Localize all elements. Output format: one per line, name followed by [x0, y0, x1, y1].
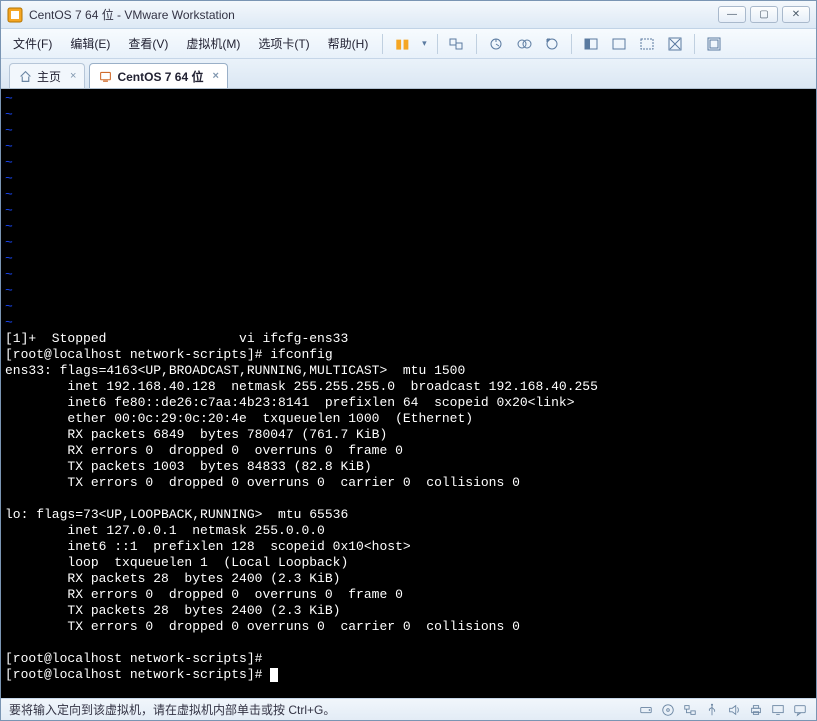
home-icon [18, 69, 32, 83]
tab-home-label: 主页 [37, 68, 61, 85]
send-ctrl-alt-del-icon[interactable] [444, 32, 470, 56]
tab-vm-label: CentOS 7 64 位 [117, 68, 203, 85]
vim-tilde-lines: ~ ~ ~ ~ ~ ~ ~ ~ ~ ~ ~ ~ ~ ~ ~ [5, 91, 13, 330]
power-dropdown-icon[interactable]: ▾ [417, 32, 431, 56]
terminal-output: [1]+ Stopped vi ifcfg-ens33 [root@localh… [5, 331, 598, 682]
usb-icon[interactable] [704, 702, 720, 718]
snapshot-manager-icon[interactable] [511, 32, 537, 56]
close-icon[interactable]: × [70, 70, 76, 82]
separator [382, 34, 383, 54]
menu-vm[interactable]: 虚拟机(M) [178, 31, 248, 56]
statusbar: 要将输入定向到该虚拟机，请在虚拟机内部单击或按 Ctrl+G。 [1, 698, 816, 720]
unity-icon[interactable] [606, 32, 632, 56]
menu-tabs[interactable]: 选项卡(T) [250, 31, 317, 56]
revert-snapshot-icon[interactable] [539, 32, 565, 56]
menu-file[interactable]: 文件(F) [5, 31, 60, 56]
library-icon[interactable] [701, 32, 727, 56]
network-icon[interactable] [682, 702, 698, 718]
menu-help[interactable]: 帮助(H) [320, 31, 377, 56]
minimize-button[interactable]: — [718, 6, 746, 23]
close-button[interactable]: ✕ [782, 6, 810, 23]
status-hint: 要将输入定向到该虚拟机，请在虚拟机内部单击或按 Ctrl+G。 [9, 701, 335, 718]
window-controls: — ▢ ✕ [718, 6, 810, 23]
pause-button[interactable]: ▮▮ [389, 32, 415, 56]
tab-home[interactable]: 主页 × [9, 63, 85, 88]
separator [476, 34, 477, 54]
sound-icon[interactable] [726, 702, 742, 718]
separator [571, 34, 572, 54]
maximize-button[interactable]: ▢ [750, 6, 778, 23]
snapshot-icon[interactable] [483, 32, 509, 56]
window-title: CentOS 7 64 位 - VMware Workstation [29, 6, 718, 23]
cd-icon[interactable] [660, 702, 676, 718]
stretch-icon[interactable] [662, 32, 688, 56]
tabbar: 主页 × CentOS 7 64 位 × [1, 59, 816, 89]
vm-icon [98, 69, 112, 83]
close-icon[interactable]: × [212, 70, 218, 82]
terminal-viewport[interactable]: ~ ~ ~ ~ ~ ~ ~ ~ ~ ~ ~ ~ ~ ~ ~ [1]+ Stopp… [1, 89, 816, 698]
fullscreen-icon[interactable] [578, 32, 604, 56]
menu-edit[interactable]: 编辑(E) [62, 31, 118, 56]
menu-view[interactable]: 查看(V) [120, 31, 176, 56]
menubar: 文件(F) 编辑(E) 查看(V) 虚拟机(M) 选项卡(T) 帮助(H) ▮▮… [1, 29, 816, 59]
message-icon[interactable] [792, 702, 808, 718]
console-view-icon[interactable] [634, 32, 660, 56]
titlebar: CentOS 7 64 位 - VMware Workstation — ▢ ✕ [1, 1, 816, 29]
printer-icon[interactable] [748, 702, 764, 718]
vmware-icon [7, 7, 23, 23]
tab-vm-centos[interactable]: CentOS 7 64 位 × [89, 63, 227, 88]
terminal-cursor [270, 668, 278, 682]
separator [694, 34, 695, 54]
hard-disk-icon[interactable] [638, 702, 654, 718]
display-icon[interactable] [770, 702, 786, 718]
separator [437, 34, 438, 54]
